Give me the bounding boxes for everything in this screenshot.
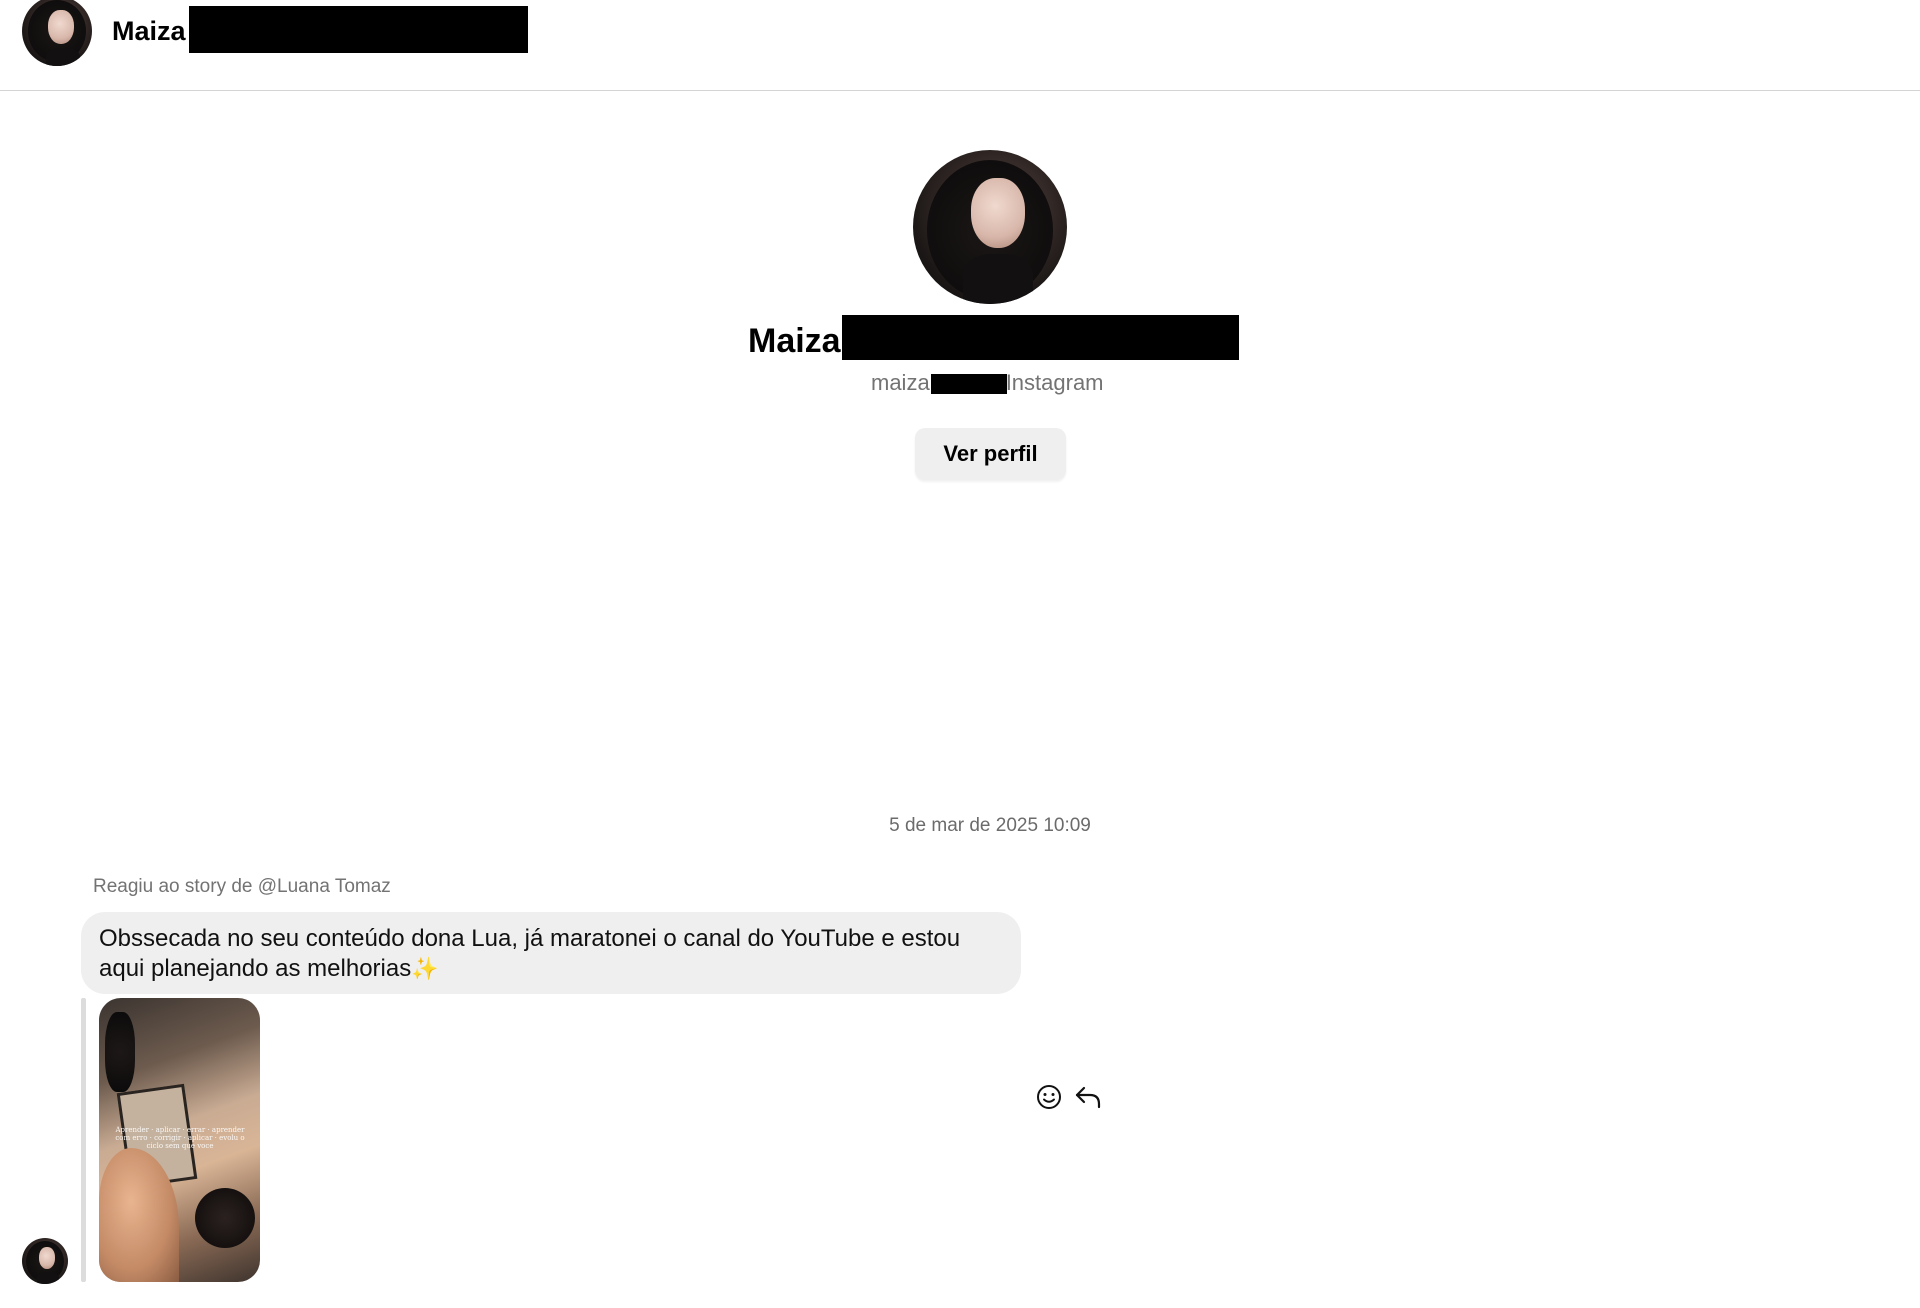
- sender-avatar[interactable]: [22, 1238, 68, 1284]
- redaction-bar: [189, 6, 528, 53]
- handle-suffix: Instagram: [1005, 370, 1104, 395]
- redaction-bar: [842, 315, 1239, 360]
- handle-prefix: maiza: [871, 370, 930, 395]
- header-avatar[interactable]: [22, 0, 92, 66]
- redaction-bar: [931, 374, 1007, 394]
- smiley-icon[interactable]: [1034, 1082, 1064, 1112]
- profile-name: Maiza: [748, 322, 841, 360]
- chat-header: Maiza: [0, 0, 1920, 91]
- reply-arrow-icon[interactable]: [1073, 1082, 1103, 1112]
- view-profile-button[interactable]: Ver perfil: [915, 428, 1066, 480]
- story-reaction-label: Reagiu ao story de @Luana Tomaz: [93, 876, 391, 897]
- message-text: Obssecada no seu conteúdo dona Lua, já m…: [99, 925, 961, 982]
- story-reply-bar: [81, 998, 86, 1282]
- message-timestamp: 5 de mar de 2025 10:09: [889, 815, 1091, 836]
- header-name[interactable]: Maiza: [112, 16, 186, 47]
- sparkle-emoji: ✨: [411, 956, 439, 981]
- story-overlay-text: Aprender · aplicar · errar · aprender co…: [115, 1126, 245, 1150]
- story-thumbnail[interactable]: Aprender · aplicar · errar · aprender co…: [99, 998, 260, 1282]
- profile-avatar[interactable]: [913, 150, 1067, 304]
- message-bubble[interactable]: Obssecada no seu conteúdo dona Lua, já m…: [81, 912, 1021, 994]
